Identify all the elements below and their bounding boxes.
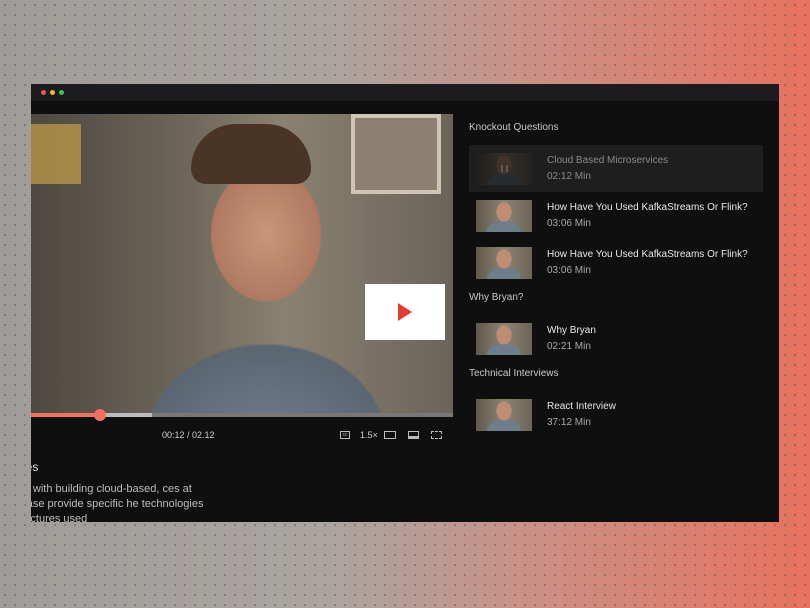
play-icon bbox=[398, 303, 412, 321]
time-display: 00:12 / 02.12 bbox=[162, 430, 215, 440]
video-frame-detail bbox=[191, 124, 311, 184]
playlist-item[interactable]: Why Bryan 02:21 Min bbox=[469, 315, 763, 362]
playlist-section-title: Why Bryan? bbox=[469, 292, 524, 303]
playlist-item[interactable]: Cloud Based Microservices 02:12 Min bbox=[469, 145, 763, 192]
playlist: Knockout Questions Cloud Based Microservi… bbox=[469, 122, 769, 438]
playlist-item[interactable]: React Interview 37:12 Min bbox=[469, 391, 763, 438]
item-duration: 02:21 Min bbox=[547, 341, 591, 352]
speed-button[interactable]: 1.5× bbox=[360, 430, 378, 440]
question-description: experience with building cloud-based, ce… bbox=[31, 483, 204, 522]
video-player[interactable] bbox=[31, 114, 453, 414]
playlist-item[interactable]: How Have You Used KafkaStreams Or Flink?… bbox=[469, 192, 763, 239]
video-thumbnail bbox=[476, 398, 532, 431]
progress-fill bbox=[31, 413, 100, 417]
item-duration: 02:12 Min bbox=[547, 171, 591, 182]
item-title: How Have You Used KafkaStreams Or Flink? bbox=[547, 202, 748, 213]
playlist-item[interactable]: How Have You Used KafkaStreams Or Flink?… bbox=[469, 239, 763, 286]
playlist-section-title: Technical Interviews bbox=[469, 368, 559, 379]
minimize-dot[interactable] bbox=[50, 90, 55, 95]
title-bar bbox=[31, 84, 779, 101]
item-title: React Interview bbox=[547, 401, 616, 412]
video-thumbnail bbox=[476, 199, 532, 232]
close-dot[interactable] bbox=[41, 90, 46, 95]
fullscreen-icon[interactable] bbox=[431, 431, 442, 439]
video-frame-detail bbox=[31, 124, 81, 184]
item-duration: 03:06 Min bbox=[547, 218, 591, 229]
video-thumbnail bbox=[476, 152, 532, 185]
item-title: Cloud Based Microservices bbox=[547, 155, 669, 166]
video-thumbnail bbox=[476, 246, 532, 279]
item-duration: 03:06 Min bbox=[547, 265, 591, 276]
scrubber-handle[interactable] bbox=[94, 409, 106, 421]
play-button[interactable] bbox=[365, 284, 445, 340]
picture-in-picture-icon[interactable] bbox=[408, 431, 419, 439]
question-title: vices bbox=[31, 460, 39, 474]
captions-icon[interactable]: cc bbox=[340, 431, 350, 439]
item-title: Why Bryan bbox=[547, 325, 596, 336]
item-title: How Have You Used KafkaStreams Or Flink? bbox=[547, 249, 748, 260]
item-duration: 37:12 Min bbox=[547, 417, 591, 428]
playlist-section-title: Knockout Questions bbox=[469, 122, 559, 133]
progress-bar[interactable] bbox=[31, 409, 453, 421]
pause-icon bbox=[501, 164, 508, 172]
video-frame-detail bbox=[351, 114, 441, 194]
app-window: 00:12 / 02.12 cc 1.5× vices experience w… bbox=[31, 84, 779, 522]
maximize-dot[interactable] bbox=[59, 90, 64, 95]
theater-mode-icon[interactable] bbox=[384, 431, 396, 439]
video-thumbnail bbox=[476, 322, 532, 355]
